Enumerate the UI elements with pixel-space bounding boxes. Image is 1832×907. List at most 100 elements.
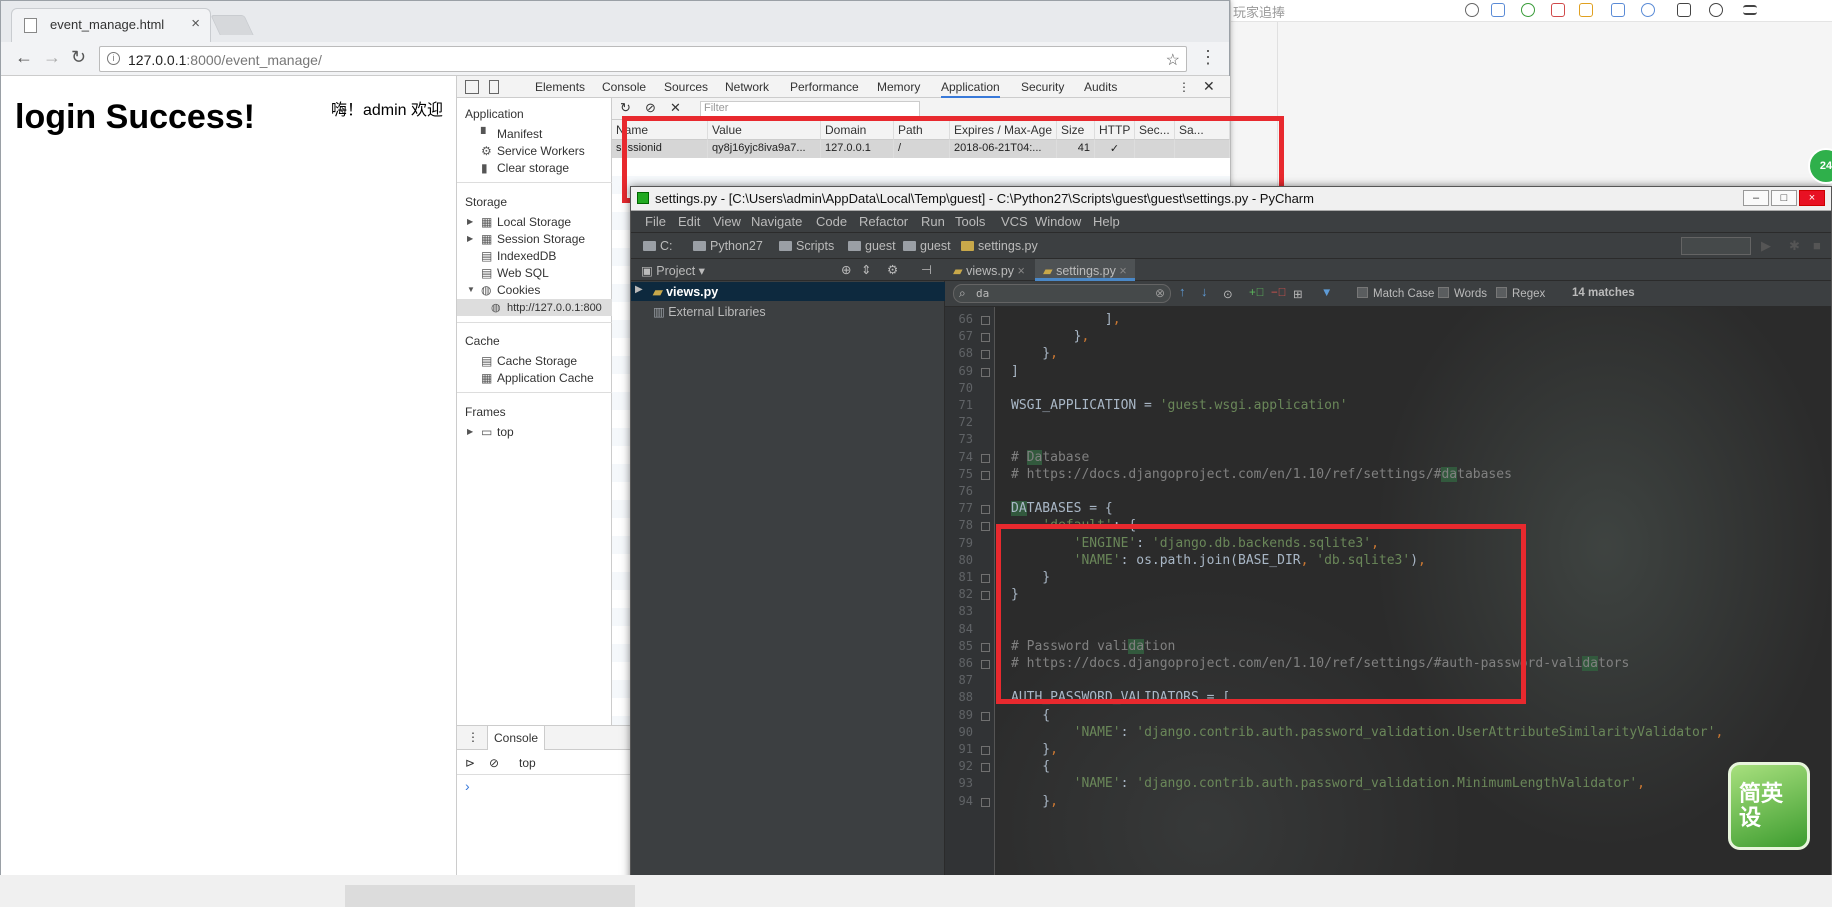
close-tab-icon[interactable]: × (191, 15, 200, 32)
zoom-icon[interactable] (1641, 3, 1655, 17)
inspect-element-icon[interactable] (465, 80, 479, 94)
menu-edit[interactable]: Edit (678, 214, 700, 229)
grid-icon[interactable] (1491, 3, 1505, 17)
devtools-tab-application[interactable]: Application (941, 80, 1000, 98)
sidebar-item-session-storage[interactable]: ▦ Session Storage (481, 232, 585, 246)
close-tab-icon[interactable]: × (1018, 264, 1025, 278)
words-checkbox[interactable]: Words (1438, 287, 1487, 300)
find-input[interactable]: da (953, 284, 1171, 303)
clear-search-icon[interactable]: ⊗ (1155, 286, 1165, 300)
settings-gear-icon[interactable]: ⚙ (887, 262, 898, 277)
info-icon[interactable]: i (107, 52, 120, 65)
console-sidebar-icon[interactable]: ⊳ (465, 756, 475, 770)
close-window-button[interactable]: × (1799, 190, 1825, 206)
sidebar-item-web-sql[interactable]: ▤ Web SQL (481, 266, 549, 280)
previous-match-icon[interactable]: ↑ (1179, 284, 1186, 299)
sidebar-item-local-storage[interactable]: ▦ Local Storage (481, 215, 571, 229)
menu-run[interactable]: Run (921, 214, 945, 229)
devtools-menu-icon[interactable]: ⋮ (1178, 80, 1190, 94)
sidebar-item-indexeddb[interactable]: ▤ IndexedDB (481, 249, 556, 263)
bookmark-star-icon[interactable]: ☆ (1166, 50, 1180, 70)
filter-icon[interactable]: ▼ (1321, 287, 1332, 299)
sync-icon[interactable]: ⊕ (841, 262, 851, 277)
forward-arrow-icon[interactable]: → (43, 47, 61, 68)
sidebar-item-application-cache[interactable]: ▦ Application Cache (481, 371, 594, 385)
sidebar-item-cache-storage[interactable]: ▤ Cache Storage (481, 354, 577, 368)
cookie-filter-input[interactable]: Filter (700, 101, 920, 117)
devtools-tab-network[interactable]: Network (725, 80, 769, 94)
find-all-icon[interactable]: ⊙ (1223, 287, 1233, 301)
menu-refactor[interactable]: Refactor (859, 214, 908, 229)
menu-code[interactable]: Code (816, 214, 847, 229)
breadcrumb-scripts[interactable]: Scripts (779, 239, 834, 253)
breadcrumb-guest[interactable]: guest (848, 239, 896, 253)
menu-file[interactable]: File (645, 214, 666, 229)
project-item-external-libraries[interactable]: ▥ External Libraries (653, 304, 766, 319)
menu-tools[interactable]: Tools (955, 214, 985, 229)
next-match-icon[interactable]: ↓ (1201, 284, 1208, 299)
add-occurrence-icon[interactable]: +⃞ (1249, 287, 1264, 299)
drawer-tab-console[interactable]: Console (487, 726, 546, 750)
expand-triangle-icon[interactable]: ▶ (467, 427, 473, 436)
stop-icon[interactable]: ■ (1813, 238, 1821, 253)
console-prompt[interactable]: › (465, 778, 470, 794)
editor-tab-views[interactable]: ▰ views.py × (945, 259, 1033, 281)
devtools-tab-sources[interactable]: Sources (664, 80, 708, 94)
context-selector[interactable]: top (519, 756, 536, 770)
menu-vcs[interactable]: VCS (1001, 214, 1028, 229)
project-dropdown[interactable]: ▣ Project ▾ (641, 263, 705, 278)
sidebar-item-service-workers[interactable]: ⚙ Service Workers (481, 144, 585, 158)
refresh-icon[interactable] (1521, 3, 1535, 17)
refresh-icon[interactable]: ↻ (620, 100, 631, 116)
run-config-dropdown[interactable] (1681, 237, 1751, 255)
search-icon[interactable] (1465, 3, 1479, 17)
browser-tab-active[interactable]: event_manage.html × (11, 8, 211, 42)
undo-icon[interactable] (1709, 3, 1723, 17)
search-icon[interactable]: ⌕ (959, 286, 966, 301)
clear-console-icon[interactable]: ⊘ (489, 756, 499, 770)
sidebar-item-cookie-origin[interactable]: ◍ http://127.0.0.1:800 (457, 299, 612, 316)
devtools-tab-elements[interactable]: Elements (535, 80, 585, 94)
regex-checkbox[interactable]: Regex (1496, 287, 1545, 300)
breadcrumb-guest-inner[interactable]: guest (903, 239, 951, 253)
collapse-icon[interactable]: ⇕ (861, 262, 871, 277)
project-item-views[interactable]: ▶ ▰ views.py (631, 282, 945, 301)
breadcrumb-drive[interactable]: C: (643, 239, 673, 253)
devtools-tab-security[interactable]: Security (1021, 80, 1064, 94)
maximize-button[interactable]: □ (1771, 190, 1797, 206)
select-all-occurrences-icon[interactable]: ⊞ (1293, 287, 1303, 301)
device-toolbar-icon[interactable] (489, 80, 499, 94)
menu-help[interactable]: Help (1093, 214, 1120, 229)
game-icon[interactable] (1611, 3, 1625, 17)
text-icon[interactable] (1551, 3, 1565, 17)
sidebar-item-manifest[interactable]: ▘ Manifest (481, 127, 542, 141)
devtools-close-icon[interactable]: ✕ (1203, 78, 1215, 95)
minimize-button[interactable]: – (1743, 190, 1769, 206)
breadcrumb-file[interactable]: settings.py (961, 239, 1038, 253)
sidebar-item-clear-storage[interactable]: ▮ Clear storage (481, 161, 569, 175)
sidebar-item-cookies[interactable]: ◍ Cookies (481, 283, 540, 297)
close-tab-icon[interactable]: × (1119, 264, 1126, 278)
remove-occurrence-icon[interactable]: −⃞ (1271, 287, 1286, 299)
back-arrow-icon[interactable]: ← (15, 47, 33, 68)
clear-all-icon[interactable]: ⊘ (645, 100, 656, 116)
editor-tab-settings[interactable]: ▰ settings.py × (1035, 259, 1135, 281)
chrome-menu-icon[interactable]: ⋮ (1199, 47, 1217, 68)
menu-view[interactable]: View (713, 214, 741, 229)
run-icon[interactable]: ▶ (1761, 238, 1771, 254)
delete-icon[interactable]: ✕ (670, 100, 681, 116)
floating-app-badge[interactable]: 简英设 (1728, 762, 1810, 850)
breadcrumb-python27[interactable]: Python27 (693, 239, 763, 253)
drawer-menu-icon[interactable]: ⋮ (467, 730, 479, 744)
devtools-tab-memory[interactable]: Memory (877, 80, 920, 94)
phone-icon[interactable] (1677, 3, 1691, 17)
expand-triangle-icon[interactable]: ▶ (635, 284, 643, 295)
expand-triangle-icon[interactable]: ▶ (467, 217, 473, 226)
devtools-tab-performance[interactable]: Performance (790, 80, 859, 94)
address-bar[interactable]: i 127.0.0.1:8000/event_manage/ ☆ (99, 46, 1187, 72)
devtools-tab-audits[interactable]: Audits (1084, 80, 1117, 94)
menu-window[interactable]: Window (1035, 214, 1081, 229)
debug-icon[interactable]: ✱ (1789, 238, 1800, 254)
devtools-tab-console[interactable]: Console (602, 80, 646, 94)
menu-icon[interactable] (1743, 5, 1757, 15)
